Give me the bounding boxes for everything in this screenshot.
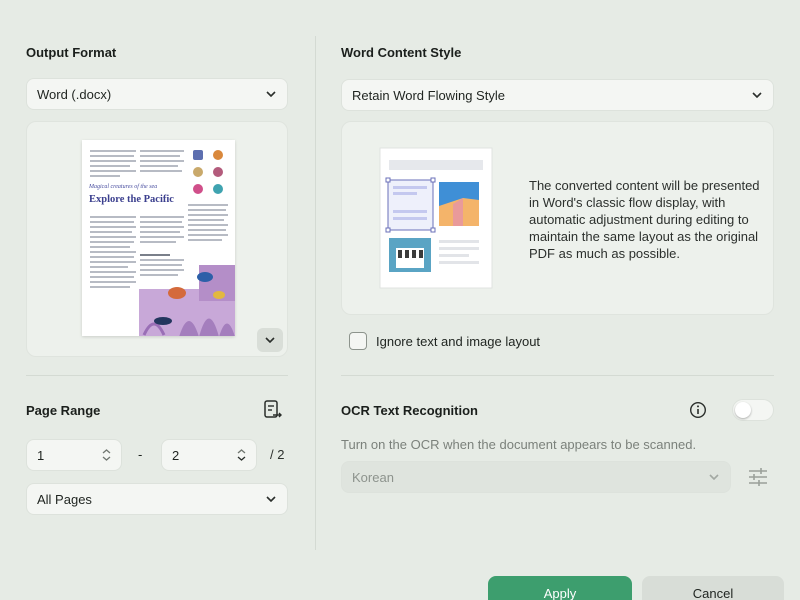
word-style-description: The converted content will be presented … — [529, 178, 760, 261]
preview-page-thumbnail: Magical creatures of the sea Explore the… — [82, 140, 235, 336]
ocr-settings-sliders-icon[interactable] — [747, 466, 769, 488]
page-total-label: / 2 — [270, 447, 285, 462]
page-range-separator: - — [138, 447, 143, 462]
page-scope-value: All Pages — [37, 491, 92, 507]
output-format-select[interactable]: Word (.docx) — [26, 78, 288, 110]
info-icon[interactable] — [689, 401, 707, 419]
flowing-layout-illustration — [379, 147, 493, 289]
output-format-value: Word (.docx) — [37, 86, 112, 102]
chevron-up-icon[interactable] — [237, 449, 246, 454]
chevron-down-icon — [708, 471, 720, 483]
page-scope-select[interactable]: All Pages — [26, 483, 288, 515]
page-to-spinner[interactable] — [237, 449, 246, 461]
ocr-toggle-knob — [735, 402, 751, 418]
word-style-preview-card: The converted content will be presented … — [341, 121, 774, 315]
chevron-down-icon[interactable] — [237, 456, 246, 461]
cancel-button-label: Cancel — [692, 586, 734, 600]
thumb-title: Explore the Pacific — [89, 194, 174, 205]
right-divider — [341, 375, 774, 376]
word-content-style-heading: Word Content Style — [341, 45, 462, 60]
chevron-down-icon — [751, 89, 763, 101]
output-format-heading: Output Format — [26, 45, 117, 60]
page-range-heading: Page Range — [26, 403, 101, 418]
word-content-style-select[interactable]: Retain Word Flowing Style — [341, 79, 774, 111]
ocr-language-select[interactable]: Korean — [341, 461, 731, 493]
apply-button-label: Apply — [543, 586, 577, 600]
ocr-toggle[interactable] — [732, 399, 774, 421]
word-content-style-value: Retain Word Flowing Style — [352, 87, 505, 103]
expand-preview-button[interactable] — [257, 328, 283, 352]
left-divider — [26, 375, 288, 376]
ocr-language-value: Korean — [352, 469, 394, 485]
apply-button[interactable]: Apply — [488, 576, 632, 600]
coral-icons-image — [193, 150, 223, 194]
ocr-hint: Turn on the OCR when the document appear… — [341, 437, 697, 452]
sea-creatures-image — [139, 265, 235, 336]
chevron-down-icon — [265, 493, 277, 505]
chevron-down-icon[interactable] — [102, 456, 111, 461]
page-range-settings-icon[interactable] — [262, 399, 284, 421]
cancel-button[interactable]: Cancel — [642, 576, 784, 600]
chevron-down-icon — [265, 88, 277, 100]
document-preview: Magical creatures of the sea Explore the… — [26, 121, 288, 357]
page-from-stepper[interactable] — [26, 439, 122, 471]
page-from-input[interactable] — [37, 447, 87, 463]
ignore-layout-label: Ignore text and image layout — [376, 334, 541, 349]
page-to-input[interactable] — [172, 447, 222, 463]
page-from-spinner[interactable] — [102, 449, 111, 461]
chevron-down-icon — [265, 337, 275, 343]
thumb-italic-heading: Magical creatures of the sea — [89, 184, 158, 190]
chevron-up-icon[interactable] — [102, 449, 111, 454]
page-to-stepper[interactable] — [161, 439, 257, 471]
ocr-heading: OCR Text Recognition — [341, 403, 478, 418]
column-divider — [315, 36, 316, 550]
ignore-layout-checkbox[interactable] — [349, 332, 367, 350]
